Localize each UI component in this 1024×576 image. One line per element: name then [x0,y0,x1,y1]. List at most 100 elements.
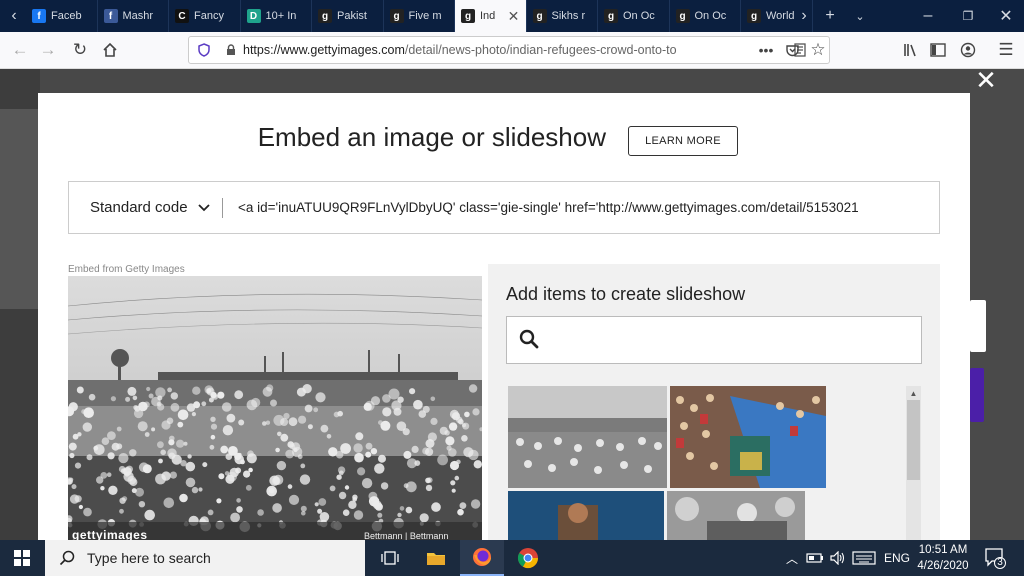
slideshow-thumbnail-4[interactable] [667,491,805,540]
battery-button[interactable] [806,540,824,576]
tab-label: 10+ In [265,10,297,22]
tab-favicon-icon: f [103,9,118,23]
search-icon [519,329,539,349]
tab-label: On Oc [623,10,655,22]
star-icon: ☆ [810,40,826,59]
restore-button[interactable]: ❐ [950,0,986,32]
minimize-button[interactable]: – [910,0,946,32]
pocket-button[interactable] [778,36,806,64]
close-icon: ✕ [975,64,997,95]
page-sidebar-widget [970,300,986,352]
tab-label: Pakist [337,10,367,22]
browser-tab[interactable]: g Five m [384,0,455,32]
triangle-up-icon: ▲ [909,388,918,398]
tab-favicon-icon: g [604,9,618,23]
chevron-down-icon [197,203,210,211]
shield-icon [198,43,210,57]
menu-button[interactable]: ☰ [992,36,1020,64]
slideshow-thumbnail-2[interactable] [670,386,826,488]
file-explorer-button[interactable] [414,540,458,576]
volume-button[interactable] [830,540,846,576]
tab-label: Five m [408,10,442,22]
taskbar-search-placeholder: Type here to search [87,550,211,566]
windows-logo-icon [14,550,30,566]
chrome-icon [517,548,539,569]
tab-list-button[interactable]: ⌄ [846,0,874,32]
chevron-down-icon: ⌄ [855,10,865,23]
browser-tab[interactable]: g Ind ✕ [455,0,527,32]
close-tab-icon[interactable]: ✕ [506,8,522,25]
show-hidden-icons-button[interactable]: ︿ [786,540,798,576]
home-button[interactable] [96,36,124,64]
folder-icon [427,553,445,565]
lock-icon [227,44,235,55]
address-bar[interactable]: https://www.gettyimages.com/detail/news-… [188,36,830,64]
start-button[interactable] [0,540,44,576]
search-icon [59,550,75,566]
tab-label: Ind [480,10,496,22]
sidebar-toggle-button[interactable] [924,36,952,64]
scroll-up-button[interactable]: ▲ [906,386,921,400]
library-button[interactable] [896,36,924,64]
page-sidebar-button[interactable] [970,368,984,422]
chrome-taskbar-button[interactable] [506,540,550,576]
tab-favicon-icon: f [32,9,46,23]
embed-code-text[interactable]: <a id='inuATUU9QR9FLnVylDbyUQ' class='gi… [238,200,938,215]
tab-scroll-right-button[interactable]: › [790,0,818,32]
new-tab-button[interactable]: + [816,0,844,32]
page-actions-button[interactable]: ••• [752,36,780,64]
chevron-up-icon: ︿ [786,551,799,566]
clock-time: 10:51 AM [918,544,968,556]
tab-favicon-icon: g [461,9,475,23]
code-type-dropdown[interactable]: Standard code [90,199,210,216]
browser-tab[interactable]: g On Oc [670,0,741,32]
notification-count: 3 [997,557,1003,568]
slideshow-title: Add items to create slideshow [506,284,746,304]
browser-tab[interactable]: C Fancy [169,0,241,32]
close-icon: ✕ [999,8,1013,25]
restore-icon: ❐ [962,9,974,23]
slideshow-thumbnail-1[interactable] [508,386,667,488]
taskbar-clock[interactable]: 10:51 AM 4/26/2020 [908,542,978,574]
browser-tab[interactable]: g On Oc [598,0,670,32]
tab-favicon-icon: g [747,9,761,23]
bookmark-star-button[interactable]: ☆ [804,36,832,64]
learn-more-button[interactable]: LEARN MORE [628,126,738,156]
back-button[interactable]: ← [6,36,34,64]
main-photo [68,276,482,540]
reload-button[interactable]: ↻ [66,36,94,64]
forward-button[interactable]: → [34,36,62,64]
task-view-button[interactable] [368,540,412,576]
close-modal-button[interactable]: ✕ [972,64,1000,95]
browser-tab[interactable]: f Faceb [26,0,98,32]
touch-keyboard-button[interactable] [852,540,876,576]
close-window-button[interactable]: ✕ [988,0,1024,32]
embed-from-label: Embed from Getty Images [68,264,185,275]
scrollbar-thumb[interactable] [907,400,920,480]
browser-tab[interactable]: D 10+ In [241,0,312,32]
speaker-icon [830,551,845,565]
tab-favicon-icon: g [318,9,332,23]
action-center-button[interactable]: 3 [984,546,1006,570]
browser-tab[interactable]: g Pakist [312,0,384,32]
input-language-indicator[interactable]: ENG [884,540,910,576]
browser-tab[interactable]: f Mashr [98,0,169,32]
slideshow-search-box[interactable] [506,316,922,364]
arrow-left-icon: ← [11,40,29,59]
firefox-taskbar-button[interactable] [460,540,504,576]
account-button[interactable] [954,36,982,64]
plus-icon: + [825,7,835,24]
firefox-icon [473,548,491,566]
taskbar-search-box[interactable]: Type here to search [45,540,365,576]
browser-tab[interactable]: g Sikhs r [527,0,598,32]
tab-favicon-icon: g [532,9,547,23]
slideshow-search-input[interactable] [547,327,911,355]
tab-favicon-icon: C [175,9,189,23]
tab-favicon-icon: g [389,9,404,23]
tab-label: Mashr [122,10,154,22]
chevron-right-icon: › [801,7,807,24]
battery-icon [806,553,823,563]
arrow-right-icon: → [39,40,57,59]
slideshow-thumbnail-3[interactable] [508,491,664,540]
tab-scroll-left-button[interactable]: ‹ [0,0,28,32]
